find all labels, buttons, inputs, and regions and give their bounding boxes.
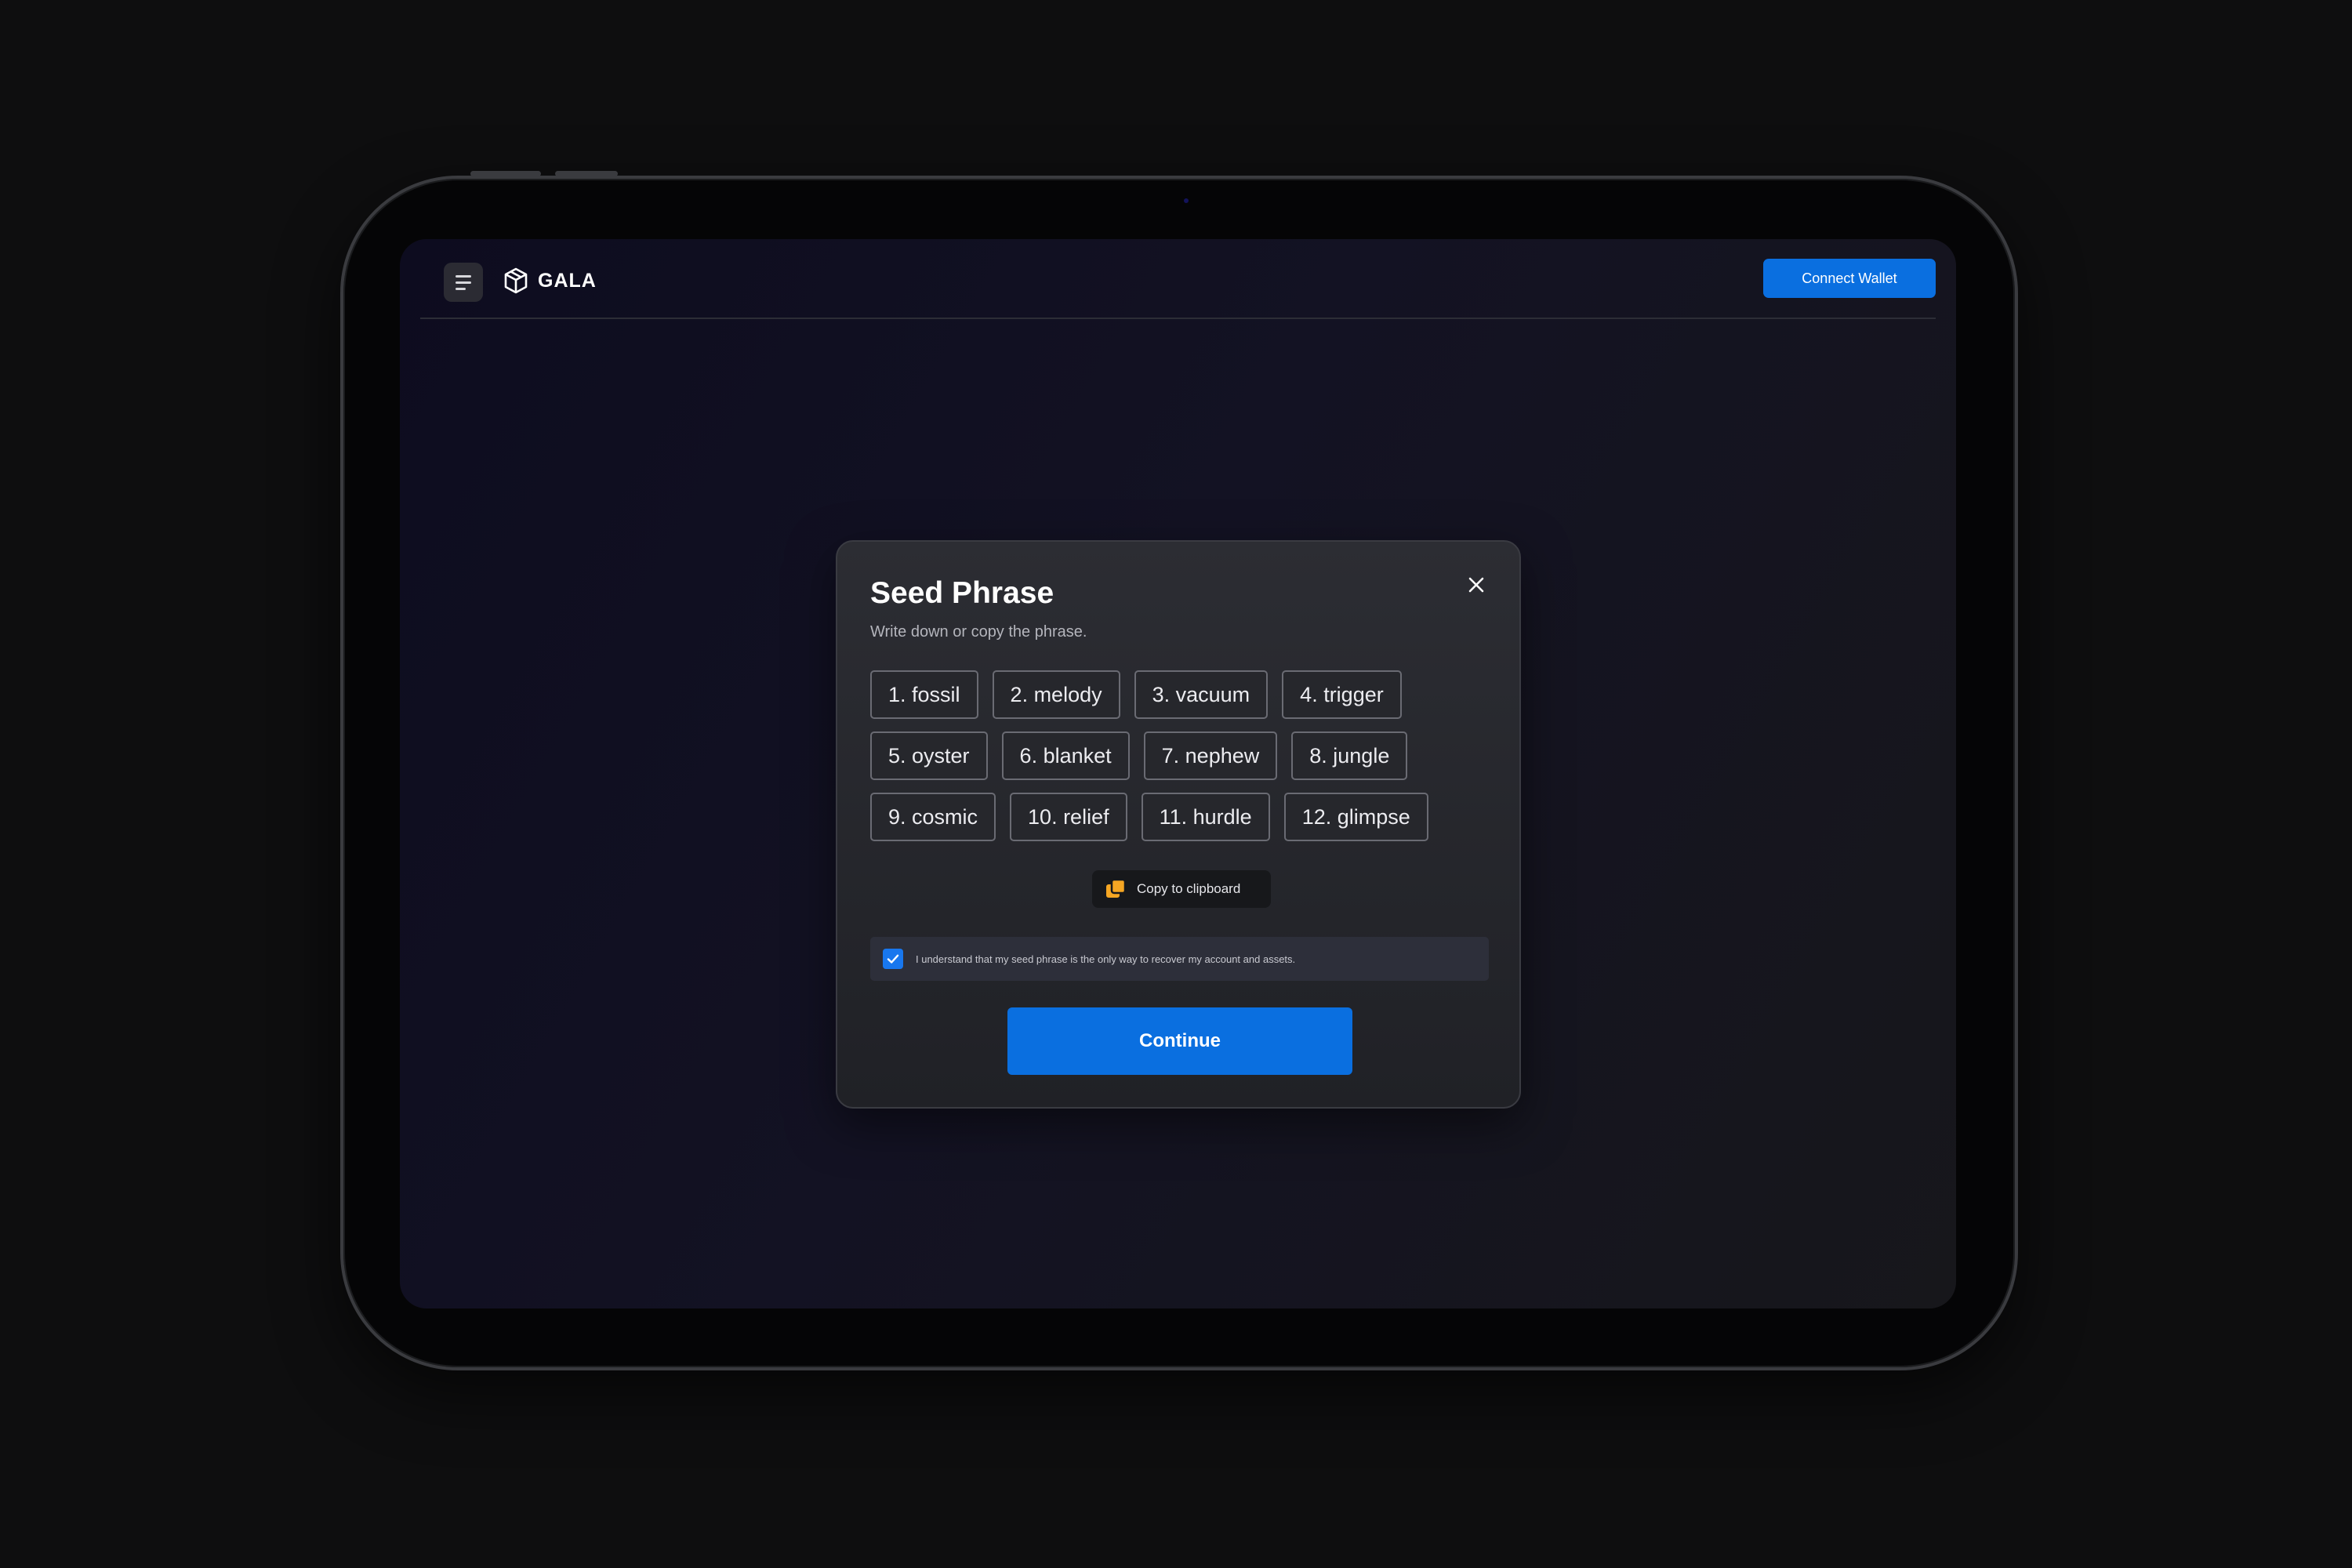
seed-word-6: 6. blanket (1001, 731, 1130, 780)
seed-word-4: 4. trigger (1282, 670, 1402, 719)
app-screen: GALA Connect Wallet Seed Phrase Write do… (400, 239, 1956, 1308)
close-button[interactable] (1465, 573, 1488, 597)
copy-to-clipboard-button[interactable]: Copy to clipboard (1092, 870, 1271, 908)
checkmark-icon (887, 954, 899, 964)
seed-phrase-dialog: Seed Phrase Write down or copy the phras… (836, 540, 1521, 1109)
seed-word-7: 7. nephew (1143, 731, 1278, 780)
agreement-text: I understand that my seed phrase is the … (916, 953, 1296, 965)
seed-word-10: 10. relief (1010, 793, 1127, 841)
top-navigation-bar: GALA Connect Wallet (420, 239, 1936, 319)
brand-logo[interactable]: GALA (503, 267, 597, 294)
seed-word-5: 5. oyster (870, 731, 988, 780)
tablet-camera (1184, 198, 1189, 203)
continue-button[interactable]: Continue (1007, 1007, 1352, 1075)
gala-cube-icon (504, 267, 528, 294)
seed-word-row: 9. cosmic 10. relief 11. hurdle 12. glim… (870, 793, 1497, 841)
tablet-volume-button (470, 171, 541, 176)
brand-name: GALA (538, 269, 597, 292)
connect-wallet-button[interactable]: Connect Wallet (1763, 259, 1936, 298)
seed-word-11: 11. hurdle (1141, 793, 1270, 841)
seed-word-2: 2. melody (992, 670, 1120, 719)
dialog-subtitle: Write down or copy the phrase. (870, 623, 1087, 641)
seed-word-8: 8. jungle (1291, 731, 1408, 780)
seed-word-row: 5. oyster 6. blanket 7. nephew 8. jungle (870, 731, 1497, 780)
seed-word-12: 12. glimpse (1283, 793, 1428, 841)
close-icon (1468, 577, 1484, 593)
tablet-volume-button (555, 171, 618, 176)
copy-label: Copy to clipboard (1137, 881, 1241, 896)
hamburger-menu-icon (456, 274, 471, 278)
seed-word-3: 3. vacuum (1134, 670, 1269, 719)
agreement-row[interactable]: I understand that my seed phrase is the … (870, 937, 1489, 981)
seed-word-row: 1. fossil 2. melody 3. vacuum 4. trigger (870, 670, 1497, 719)
copy-icon (1106, 878, 1127, 898)
seed-word-grid: 1. fossil 2. melody 3. vacuum 4. trigger… (870, 670, 1497, 854)
agreement-checkbox[interactable] (883, 949, 903, 969)
seed-word-9: 9. cosmic (870, 793, 996, 841)
dialog-title: Seed Phrase (870, 576, 1054, 610)
seed-word-1: 1. fossil (870, 670, 978, 719)
menu-button[interactable] (444, 263, 483, 302)
